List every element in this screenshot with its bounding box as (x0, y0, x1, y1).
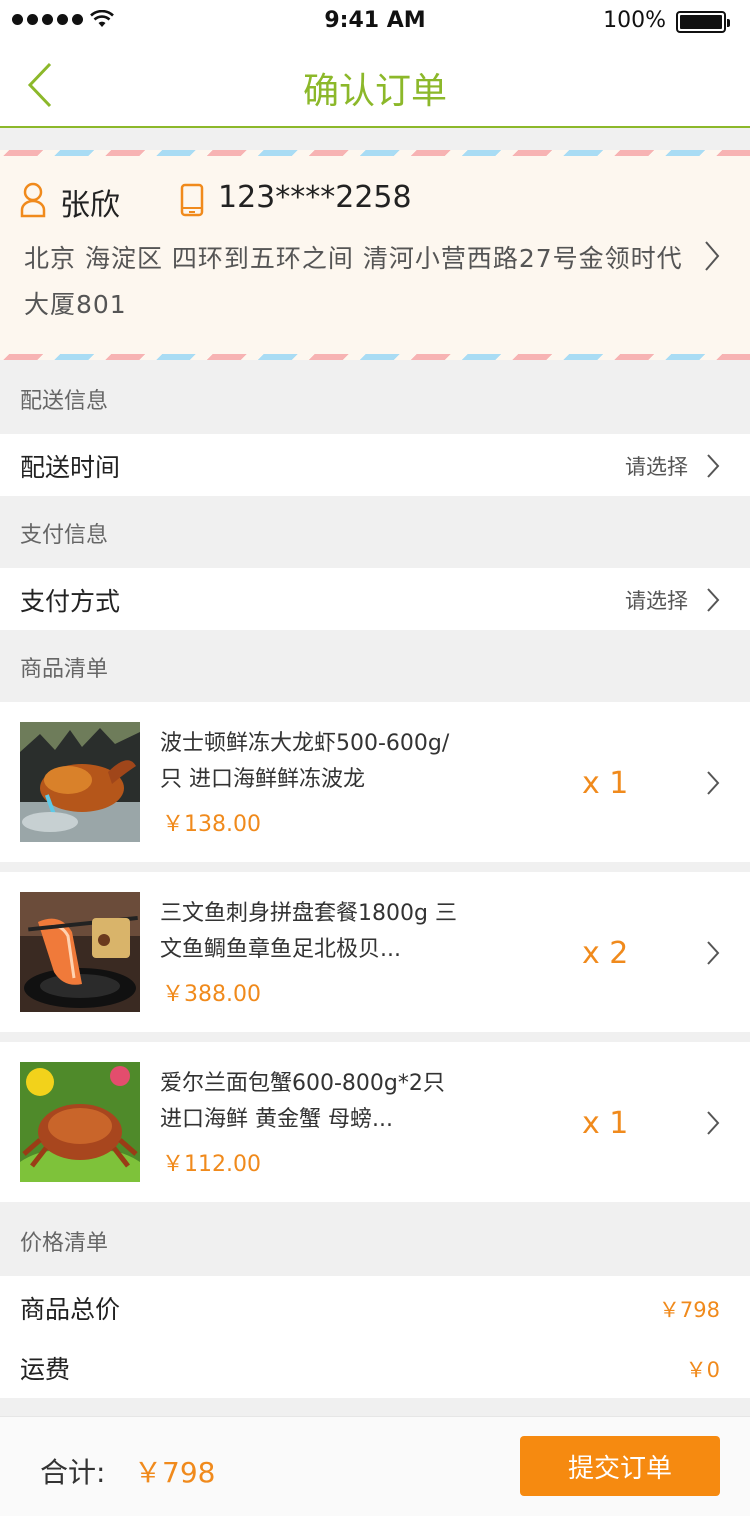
chevron-right-icon[interactable] (706, 940, 720, 966)
payment-method-row[interactable]: 支付方式 请选择 (0, 568, 750, 630)
battery-icon (676, 11, 730, 33)
section-title-delivery: 配送信息 (20, 389, 109, 414)
price-row-shipping: 运费 ￥0 (0, 1336, 750, 1398)
nav-bar: 确认订单 (0, 42, 750, 128)
product-price: ￥388.00 (162, 982, 261, 1007)
delivery-time-label: 配送时间 (20, 453, 121, 482)
product-quantity: x 2 (582, 936, 629, 971)
page-title: 确认订单 (302, 71, 447, 112)
chevron-right-icon[interactable] (706, 1110, 720, 1136)
salmon-platter-image (20, 892, 140, 1012)
crab-image (20, 1062, 140, 1182)
recipient-phone: 123****2258 (218, 180, 412, 215)
person-icon (20, 182, 46, 218)
product-item[interactable]: 三文鱼刺身拼盘套餐1800g 三文鱼鲷鱼章鱼足北极贝... ￥388.00 x … (0, 872, 750, 1032)
product-item[interactable]: 爱尔兰面包蟹600-800g*2只 进口海鲜 黄金蟹 母螃... ￥112.00… (0, 1042, 750, 1202)
price-row-subtotal: 商品总价 ￥798 (0, 1276, 750, 1338)
total-value: ￥798 (134, 1456, 216, 1489)
airmail-stripe-top (0, 150, 750, 156)
delivery-time-row[interactable]: 配送时间 请选择 (0, 434, 750, 496)
subtotal-value: ￥798 (658, 1298, 720, 1322)
product-price: ￥112.00 (162, 1152, 261, 1177)
section-title-pricing: 价格清单 (20, 1231, 109, 1256)
payment-method-label: 支付方式 (20, 587, 121, 616)
product-quantity: x 1 (582, 766, 629, 801)
lobster-image (20, 722, 140, 842)
submit-order-button[interactable]: 提交订单 (520, 1436, 720, 1496)
total-label: 合计: (40, 1456, 106, 1489)
recipient-name: 张欣 (60, 188, 120, 223)
chevron-right-icon[interactable] (706, 453, 720, 479)
product-name: 爱尔兰面包蟹600-800g*2只 进口海鲜 黄金蟹 母螃... (160, 1071, 445, 1132)
chevron-right-icon[interactable] (706, 587, 720, 613)
shipping-value: ￥0 (685, 1358, 720, 1382)
shipping-label: 运费 (20, 1355, 71, 1384)
subtotal-label: 商品总价 (20, 1295, 121, 1324)
status-bar: 9:41 AM 100% (0, 0, 750, 42)
phone-icon (180, 183, 204, 217)
chevron-right-icon[interactable] (706, 770, 720, 796)
address-card[interactable]: 张欣 123****2258 北京 海淀区 四环到五环之间 清河小营西路27号金… (0, 150, 750, 360)
chevron-right-icon[interactable] (704, 240, 720, 272)
section-title-products: 商品清单 (20, 657, 109, 682)
battery-percent: 100% (603, 8, 666, 33)
section-title-payment: 支付信息 (20, 523, 109, 548)
delivery-time-hint: 请选择 (625, 455, 688, 479)
product-quantity: x 1 (582, 1106, 629, 1141)
address-line: 北京 海淀区 四环到五环之间 清河小营西路27号金领时代大厦801 (24, 244, 683, 319)
airmail-stripe-bottom (0, 354, 750, 360)
product-name: 三文鱼刺身拼盘套餐1800g 三文鱼鲷鱼章鱼足北极贝... (160, 901, 457, 962)
product-item[interactable]: 波士顿鲜冻大龙虾500-600g/只 进口海鲜鲜冻波龙 ￥138.00 x 1 (0, 702, 750, 862)
checkout-bar: 合计: ￥798 提交订单 (0, 1416, 750, 1516)
product-name: 波士顿鲜冻大龙虾500-600g/只 进口海鲜鲜冻波龙 (160, 731, 450, 792)
product-price: ￥138.00 (162, 812, 261, 837)
payment-method-hint: 请选择 (625, 589, 688, 613)
